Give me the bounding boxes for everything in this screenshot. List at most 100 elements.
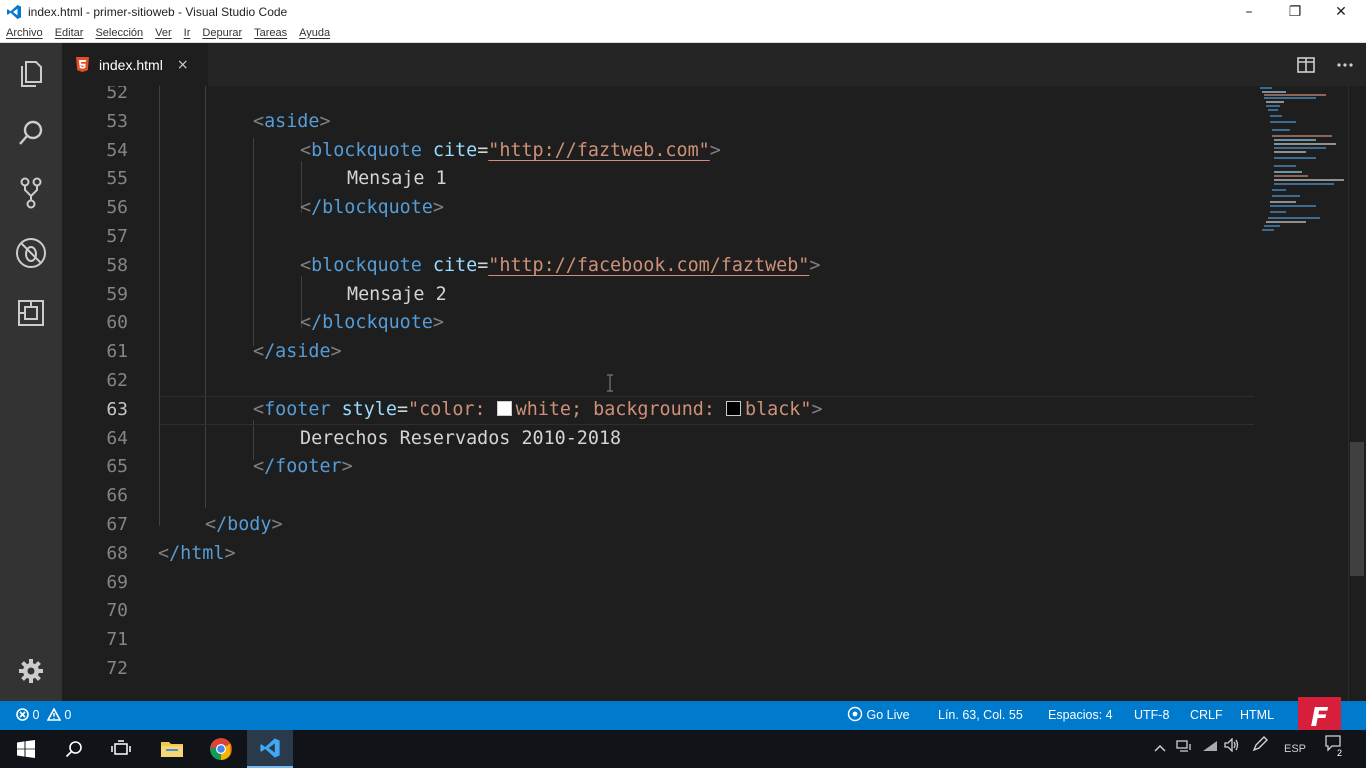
text-mensaje-1: Mensaje 1 [347,168,447,190]
tag-blockquote: blockquote [311,254,422,276]
tag-aside-close: /aside [264,341,331,363]
line-number: 65 [106,456,128,478]
source-control-icon[interactable] [0,163,62,223]
cite-url[interactable]: "http://facebook.com/faztweb" [488,255,809,276]
menu-ayuda[interactable]: Ayuda [299,27,330,39]
go-live-button[interactable]: Go Live [847,701,910,730]
search-icon[interactable] [51,730,97,768]
menu-editar[interactable]: Editar [55,27,84,39]
network-icon[interactable] [1176,730,1192,768]
windows-taskbar: ESP 2 [0,730,1366,768]
attr-cite: cite [432,254,478,276]
language-mode[interactable]: HTML [1240,701,1274,730]
debug-icon[interactable] [0,223,62,283]
text-mensaje-2: Mensaje 2 [347,283,447,305]
close-window-button[interactable]: ✕ [1318,0,1364,23]
code-line: 71 [62,626,1256,655]
file-explorer-icon[interactable] [149,730,195,768]
code-line: 66 [62,482,1256,511]
scrollbar-thumb[interactable] [1350,442,1364,576]
line-number: 59 [106,283,128,305]
notification-count: 2 [1337,748,1343,758]
line-number: 53 [106,110,128,132]
minimap[interactable] [1256,86,1348,246]
line-number: 67 [106,514,128,535]
line-number: 54 [106,139,128,161]
action-center-icon[interactable]: 2 [1324,730,1344,768]
error-count: 0 [32,708,40,722]
activity-bar [0,43,62,701]
line-number: 55 [106,168,128,190]
broadcast-icon [847,706,863,722]
indentation-status[interactable]: Espacios: 4 [1048,701,1113,730]
code-line: 59 Mensaje 2 [62,281,1256,310]
current-code-line: 63 <footer style="color: white; backgrou… [62,395,1256,425]
cite-url[interactable]: "http://faztweb.com" [488,140,709,161]
menu-tareas[interactable]: Tareas [254,27,287,39]
line-number: 57 [106,226,128,247]
style-value-black: black" [745,398,812,420]
encoding-status[interactable]: UTF-8 [1134,701,1169,730]
go-live-label: Go Live [866,708,910,722]
menu-seleccion[interactable]: Selección [95,27,143,39]
code-line: 65 </footer> [62,453,1256,482]
tag-footer: footer [264,398,331,420]
tag-footer-close: /footer [264,456,342,478]
line-number: 70 [106,600,128,622]
menu-depurar[interactable]: Depurar [202,27,242,39]
code-line: 61 </aside> [62,338,1256,367]
cursor-position[interactable]: Lín. 63, Col. 55 [938,701,1023,730]
code-line: 72 [62,655,1256,684]
line-number: 68 [106,542,128,564]
attr-cite: cite [432,139,478,161]
volume-icon[interactable] [1224,730,1240,768]
white-color-swatch[interactable] [496,400,512,416]
input-language[interactable]: ESP [1284,730,1306,768]
settings-gear-icon[interactable] [0,641,62,701]
black-color-swatch[interactable] [726,400,741,416]
code-line: 67 </body> [62,511,1256,540]
tab-close-icon[interactable]: × [177,57,189,73]
windows-start-icon[interactable] [3,730,49,768]
code-line: 58 <blockquote cite="http://facebook.com… [62,252,1256,281]
vertical-scrollbar[interactable] [1348,86,1366,701]
tab-label: index.html [99,56,163,73]
minimize-button[interactable]: – [1226,0,1272,23]
title-bar: index.html - primer-sitioweb - Visual St… [0,0,1366,23]
eol-status[interactable]: CRLF [1190,701,1223,730]
menu-archivo[interactable]: Archivo [6,27,43,39]
restore-button[interactable]: ❐ [1272,0,1318,23]
tab-index-html[interactable]: index.html × [62,43,208,86]
line-number: 60 [106,312,128,334]
pen-workspace-icon[interactable] [1252,730,1268,768]
line-number: 58 [106,254,128,276]
style-value-start: "color: [408,398,497,420]
code-line: 53 <aside> [62,108,1256,137]
tab-bar: index.html × [62,43,1366,86]
line-number: 69 [106,571,128,593]
code-editor[interactable]: 52 53 <aside> 54 <blockquote cite="http:… [62,86,1366,701]
split-editor-icon[interactable] [1296,55,1316,75]
explorer-icon[interactable] [0,43,62,103]
line-number: 72 [106,658,128,679]
warning-icon [46,707,62,721]
code-line: 68 </html> [62,540,1256,569]
extensions-icon[interactable] [0,283,62,343]
tag-blockquote-close: /blockquote [311,197,433,219]
text-cursor-icon [607,374,613,392]
task-view-icon[interactable] [98,730,144,768]
status-bar: 0 0 Go Live Lín. 63, Col. 55 Espacios: 4… [0,701,1366,730]
window-title: index.html - primer-sitioweb - Visual St… [28,4,288,19]
menu-ver[interactable]: Ver [155,27,172,39]
chrome-icon[interactable] [198,730,244,768]
wifi-signal-icon[interactable] [1202,730,1218,768]
code-line: 55 Mensaje 1 [62,165,1256,194]
problems-indicator[interactable]: 0 0 [16,701,71,730]
more-actions-icon[interactable] [1335,55,1355,75]
search-icon[interactable] [0,103,62,163]
vscode-icon[interactable] [247,730,293,768]
code-line: 52 [62,86,1256,108]
menu-ir[interactable]: Ir [184,27,191,39]
show-hidden-icons-icon[interactable] [1154,730,1166,768]
line-number: 56 [106,197,128,219]
